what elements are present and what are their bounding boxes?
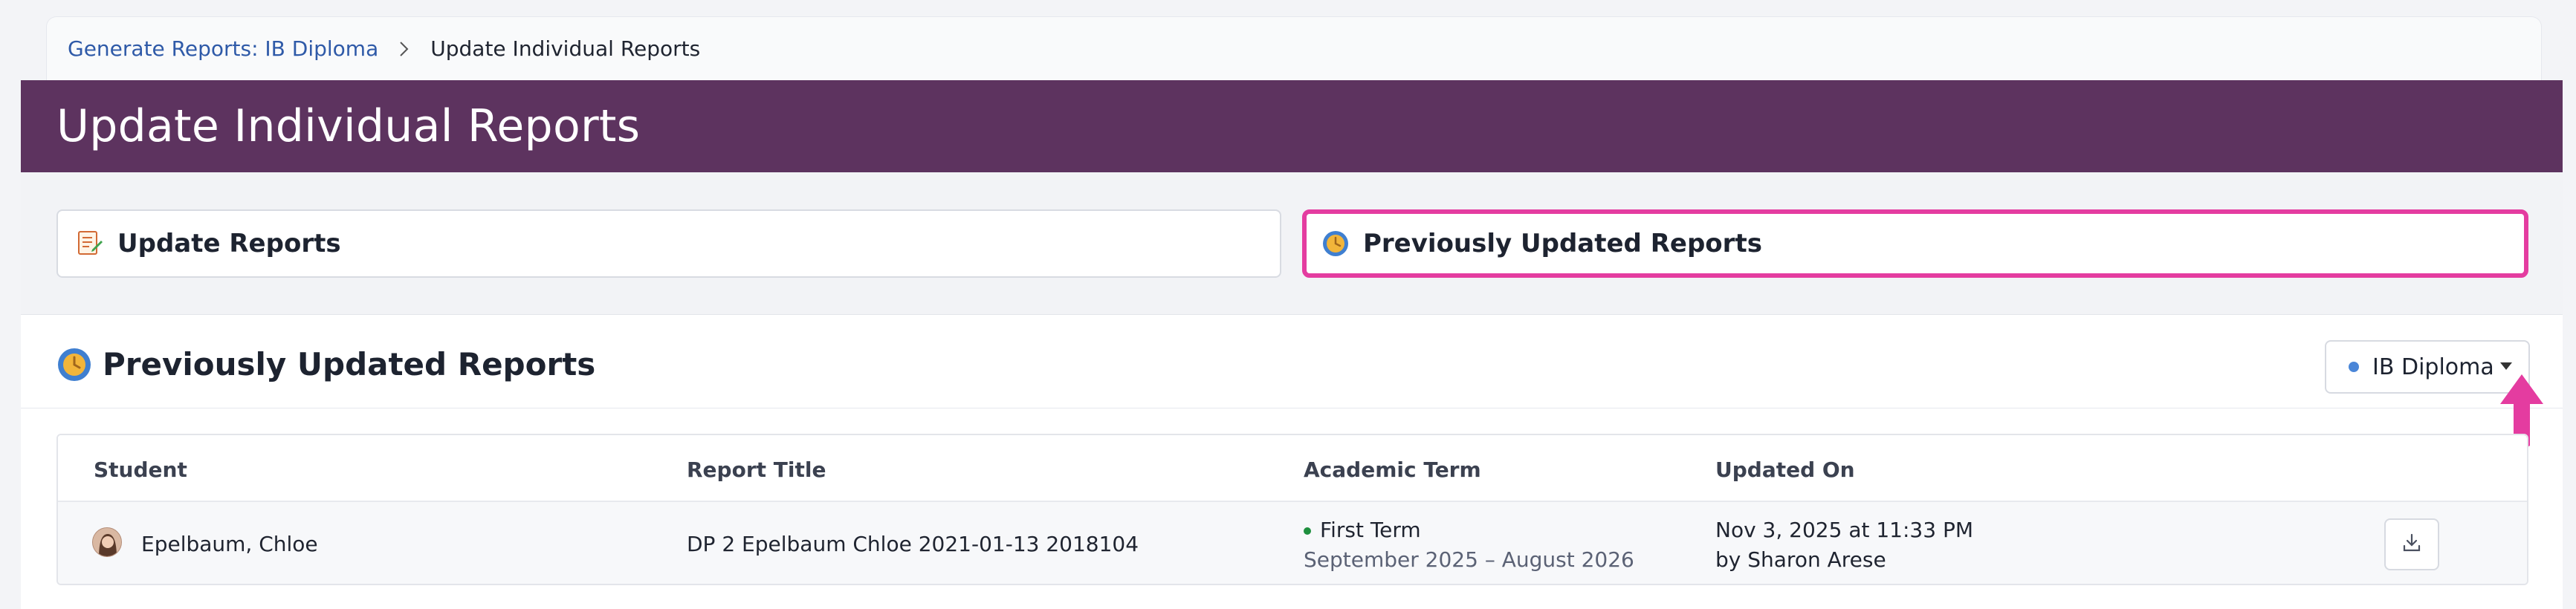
column-header-student: Student	[94, 457, 187, 482]
student-name[interactable]: Epelbaum, Chloe	[141, 532, 318, 556]
tab-update-reports[interactable]: Update Reports	[56, 209, 1281, 278]
clock-icon	[1321, 229, 1350, 258]
download-button[interactable]	[2384, 518, 2439, 570]
tab-label: Update Reports	[117, 229, 341, 258]
program-filter-value: IB Diploma	[2372, 354, 2494, 380]
column-header-report-title: Report Title	[687, 457, 826, 482]
program-color-dot	[2349, 362, 2359, 372]
section-header: Previously Updated Reports IB Diploma	[21, 315, 2563, 449]
clock-icon	[56, 347, 92, 382]
breadcrumb: Generate Reports: IB Diploma Update Indi…	[46, 16, 2542, 80]
breadcrumb-link-generate-reports[interactable]: Generate Reports: IB Diploma	[68, 36, 378, 61]
section-title: Previously Updated Reports	[56, 346, 595, 382]
section-title-text: Previously Updated Reports	[103, 346, 596, 382]
avatar	[92, 527, 122, 557]
column-header-academic-term: Academic Term	[1304, 457, 1481, 482]
table-row[interactable]: Epelbaum, Chloe DP 2 Epelbaum Chloe 2021…	[58, 502, 2527, 584]
term-name: First Term	[1320, 518, 1421, 542]
academic-term: First Term September 2025 – August 2026	[1304, 515, 1634, 575]
reports-table: Student Report Title Academic Term Updat…	[56, 434, 2528, 585]
document-edit-icon	[76, 229, 104, 258]
tab-bar: Update Reports Previously Updated Report…	[21, 172, 2563, 315]
tab-label: Previously Updated Reports	[1363, 229, 1762, 258]
page-header-banner: Update Individual Reports	[21, 80, 2563, 172]
updated-by: by Sharon Arese	[1715, 547, 1886, 572]
term-range: September 2025 – August 2026	[1304, 547, 1634, 572]
report-title: DP 2 Epelbaum Chloe 2021-01-13 2018104	[687, 532, 1139, 556]
tab-previously-updated-reports[interactable]: Previously Updated Reports	[1302, 209, 2528, 278]
download-icon	[2401, 532, 2423, 557]
table-header: Student Report Title Academic Term Updat…	[58, 435, 2527, 502]
caret-down-icon	[2500, 362, 2512, 370]
updated-on: Nov 3, 2025 at 11:33 PM by Sharon Arese	[1715, 515, 1973, 575]
status-dot	[1304, 527, 1311, 535]
updated-timestamp: Nov 3, 2025 at 11:33 PM	[1715, 518, 1973, 542]
main-content: Previously Updated Reports IB Diploma St…	[21, 315, 2563, 609]
page-title: Update Individual Reports	[56, 100, 641, 152]
breadcrumb-current: Update Individual Reports	[430, 36, 701, 61]
column-header-updated-on: Updated On	[1715, 457, 1855, 482]
chevron-right-icon	[396, 41, 412, 57]
